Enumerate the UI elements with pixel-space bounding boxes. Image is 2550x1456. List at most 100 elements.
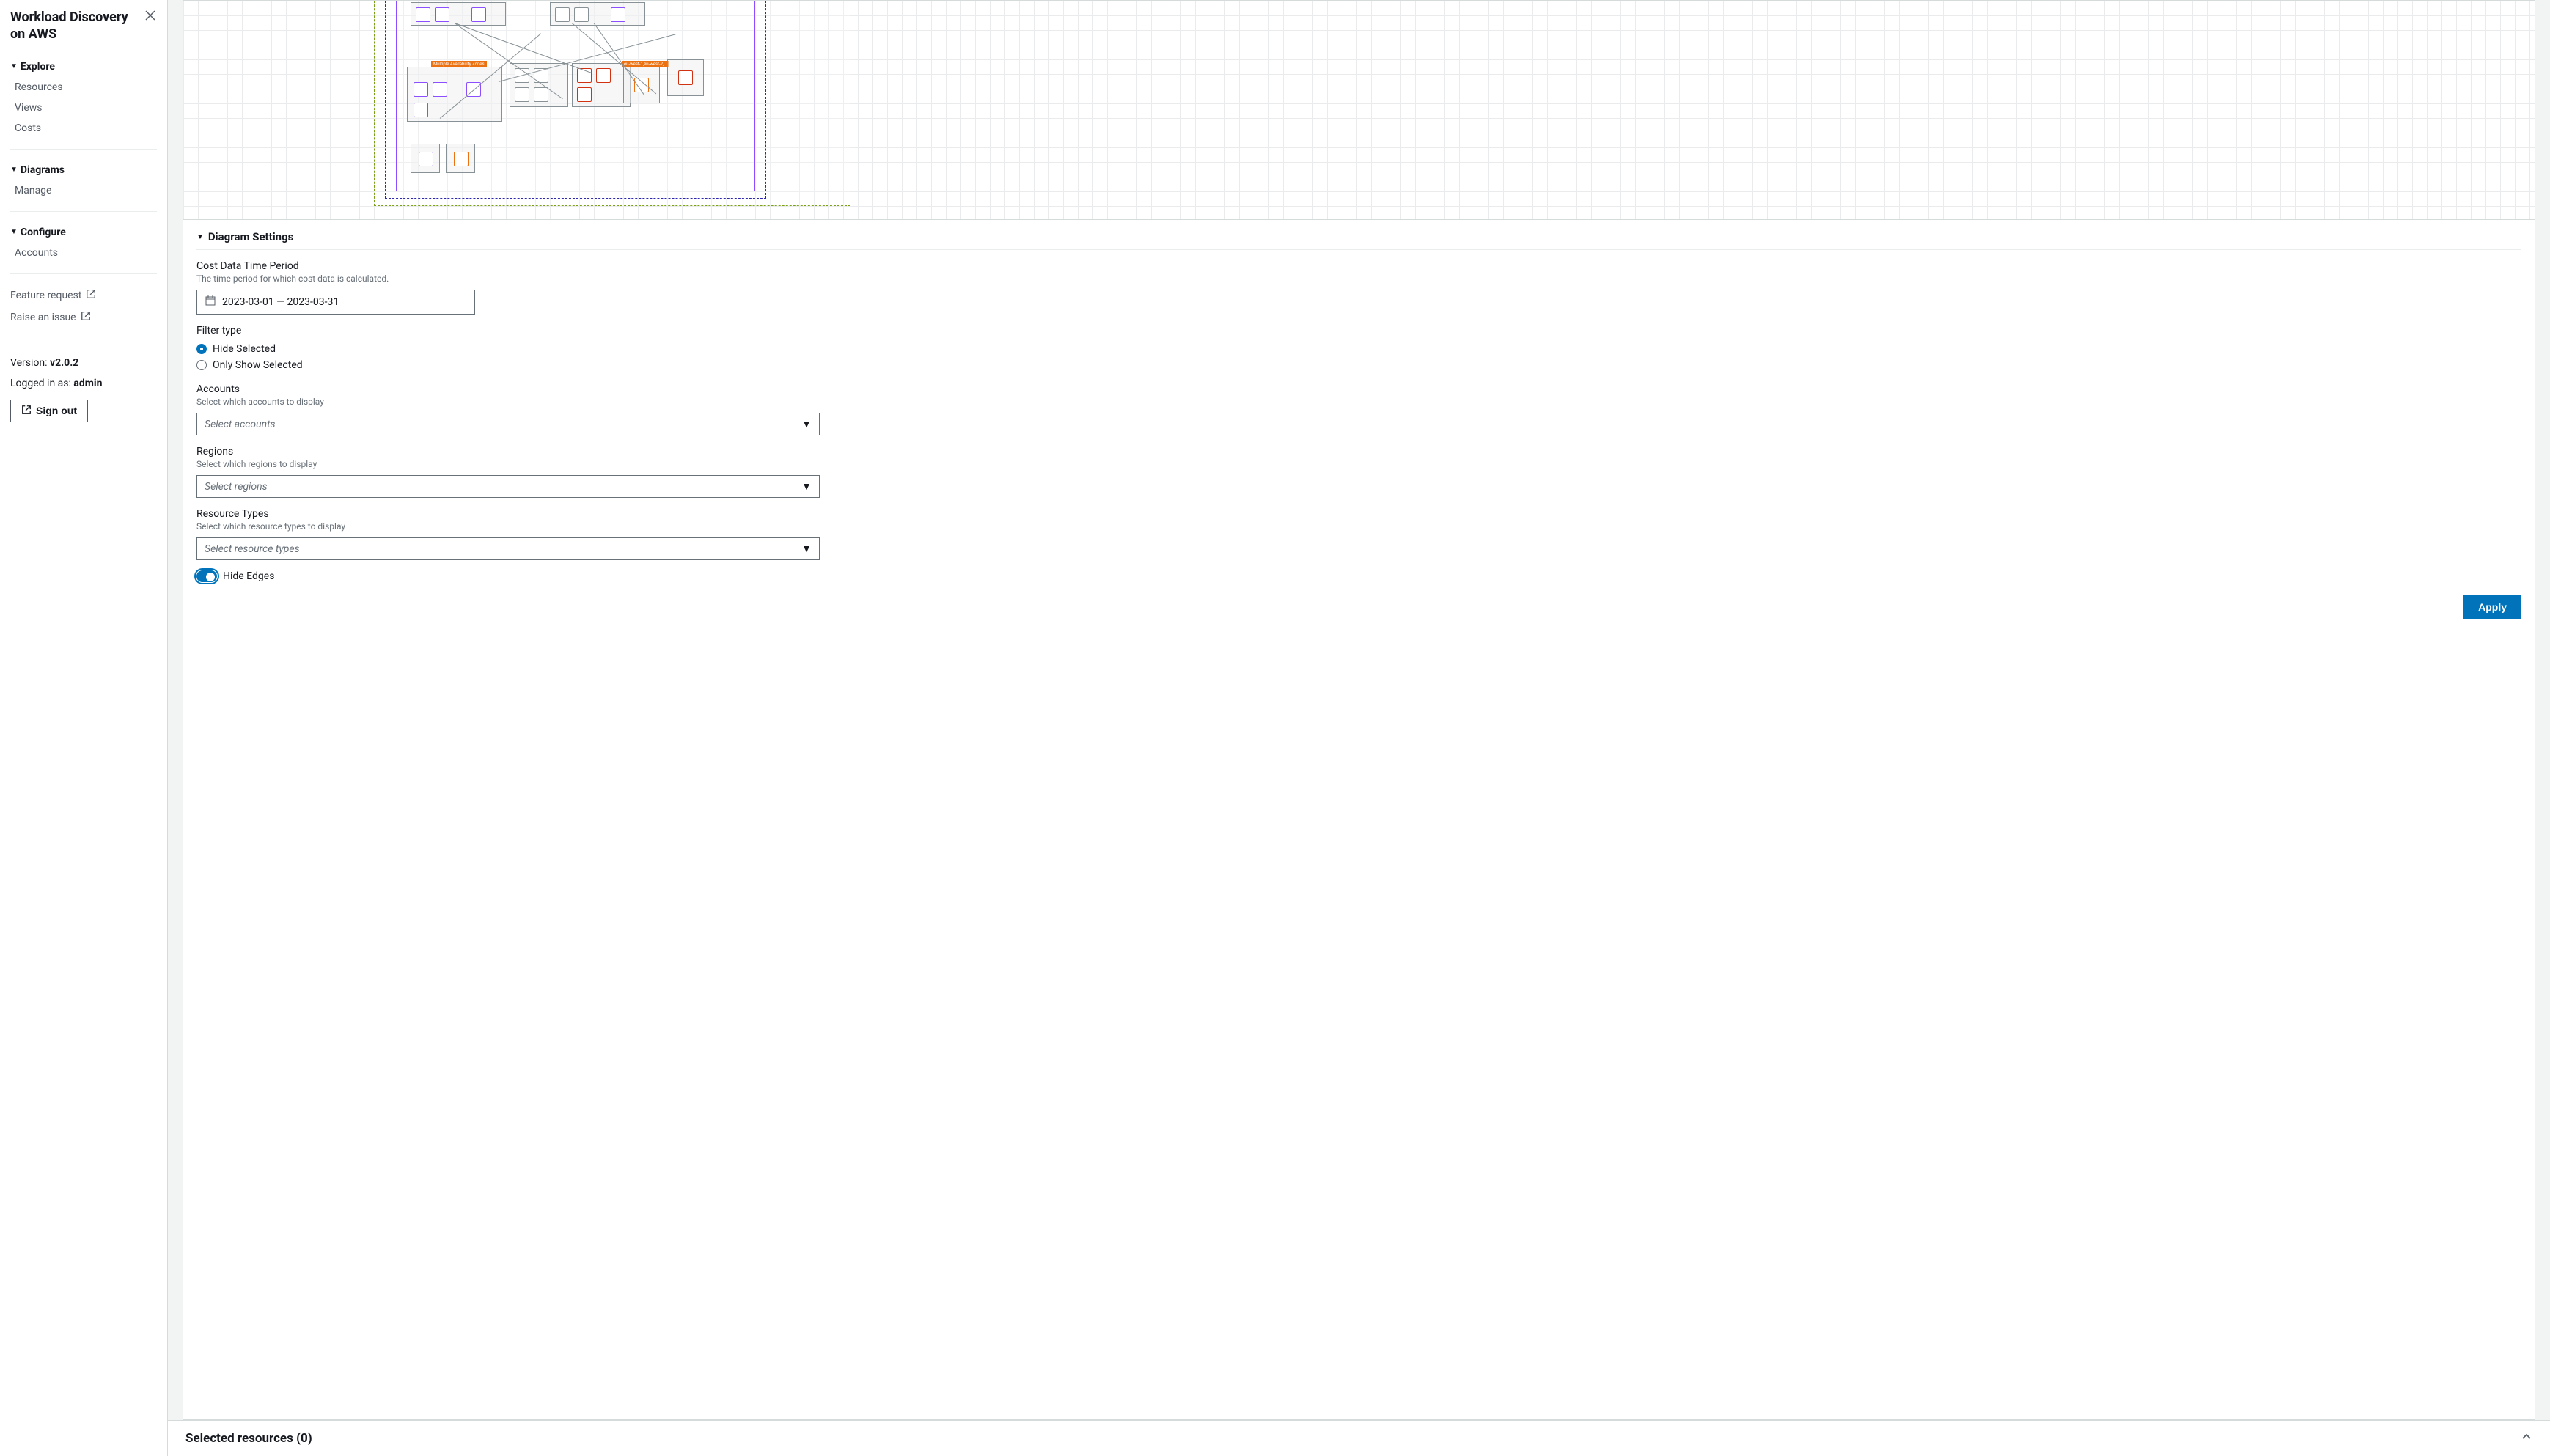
signout-button[interactable]: Sign out [10,400,88,422]
select-placeholder: Select regions [205,481,268,493]
sidebar: Workload Discovery on AWS ▼ Explore Reso… [0,0,168,1456]
divider [10,273,157,274]
nav-section-label: Configure [21,227,66,238]
link-label: Feature request [10,290,81,301]
diagram-canvas[interactable]: Multiple Availability Zones eu-west-1,eu… [183,0,2535,220]
radio-only-show-selected[interactable]: Only Show Selected [196,357,2521,373]
field-cost-period: Cost Data Time Period The time period fo… [196,260,2521,315]
link-raise-issue[interactable]: Raise an issue [10,306,157,328]
diagram-node-group[interactable] [667,59,704,96]
diagram-node-group[interactable] [550,2,645,26]
aws-subnet-icon [596,68,611,83]
nav-section-diagrams: ▼ Diagrams Manage [0,157,167,204]
regions-label: Regions [196,446,2521,457]
sidebar-footer: Version: v2.0.2 Logged in as: admin Sign… [0,353,167,422]
nav-header-explore[interactable]: ▼ Explore [10,56,157,77]
aws-service-icon [471,7,486,22]
field-hide-edges: Hide Edges [196,570,2521,582]
caret-down-icon: ▼ [196,233,204,241]
accounts-help: Select which accounts to display [196,397,2521,407]
apply-button[interactable]: Apply [2463,595,2521,619]
radio-label: Only Show Selected [213,359,303,371]
app-title: Workload Discovery on AWS [10,9,144,43]
caret-down-icon: ▼ [10,62,18,70]
field-resource-types: Resource Types Select which resource typ… [196,508,2521,560]
external-links: Feature request Raise an issue [0,282,167,331]
nav-section-explore: ▼ Explore Resources Views Costs [0,54,167,141]
diagram-node-group[interactable] [572,63,631,107]
regions-help: Select which regions to display [196,459,2521,469]
aws-elb-icon [433,82,447,97]
diagram-node-group[interactable] [407,67,502,122]
link-label: Raise an issue [10,312,76,323]
sidebar-item-costs[interactable]: Costs [10,118,157,139]
cost-period-label: Cost Data Time Period [196,260,2521,272]
nav-section-label: Explore [21,61,55,73]
accounts-label: Accounts [196,383,2521,395]
field-accounts: Accounts Select which accounts to displa… [196,383,2521,435]
diagram-settings-panel: ▼ Diagram Settings Cost Data Time Period… [183,220,2535,1420]
settings-title: Diagram Settings [208,230,293,243]
radio-hide-selected[interactable]: Hide Selected [196,341,2521,357]
caret-down-icon: ▼ [10,166,18,174]
selected-resources-bar[interactable]: Selected resources (0) [168,1420,2550,1456]
settings-header[interactable]: ▼ Diagram Settings [196,230,2521,250]
radio-label: Hide Selected [213,343,276,355]
calendar-icon [205,295,216,309]
aws-s3-icon [678,70,693,85]
aws-gateway-icon [419,152,433,166]
toggle-knob [206,573,215,581]
hide-edges-toggle[interactable] [196,570,217,582]
selected-resources-title: Selected resources (0) [185,1431,312,1446]
external-link-icon [86,289,96,302]
aws-target-icon [515,87,529,102]
sidebar-header: Workload Discovery on AWS [0,9,167,54]
select-placeholder: Select resource types [205,543,300,555]
field-regions: Regions Select which regions to display … [196,446,2521,498]
nav-header-diagrams[interactable]: ▼ Diagrams [10,160,157,180]
sidebar-item-manage[interactable]: Manage [10,180,157,201]
resource-types-help: Select which resource types to display [196,521,2521,532]
divider [10,211,157,212]
regions-select[interactable]: Select regions ▼ [196,475,820,498]
resource-types-select[interactable]: Select resource types ▼ [196,537,820,560]
external-link-icon [81,311,91,324]
chevron-down-icon: ▼ [801,480,812,493]
diagram-node-group[interactable] [411,2,506,26]
resource-types-label: Resource Types [196,508,2521,520]
aws-elb-icon [414,103,428,117]
sidebar-item-resources[interactable]: Resources [10,77,157,98]
radio-icon [196,360,207,370]
signout-icon [21,405,32,417]
radio-icon [196,344,207,354]
chevron-up-icon[interactable] [2521,1431,2532,1446]
cost-period-help: The time period for which cost data is c… [196,273,2521,284]
cost-period-value: 2023-03-01 — 2023-03-31 [222,296,339,308]
nav-header-configure[interactable]: ▼ Configure [10,222,157,243]
login-text: Logged in as: admin [10,373,157,394]
aws-service-icon [611,7,625,22]
aws-target-icon [534,87,548,102]
main-content: Multiple Availability Zones eu-west-1,eu… [168,0,2550,1456]
select-placeholder: Select accounts [205,419,276,430]
aws-service-icon [555,7,570,22]
aws-elb-icon [414,82,428,97]
aws-subnet-icon [577,87,592,102]
accounts-select[interactable]: Select accounts ▼ [196,413,820,435]
apply-row: Apply [196,595,2521,619]
filter-type-radio-group: Hide Selected Only Show Selected [196,341,2521,373]
diagram-node-group[interactable] [411,144,440,173]
diagram-node-group[interactable] [446,144,475,173]
chevron-down-icon: ▼ [801,543,812,555]
signout-label: Sign out [36,405,77,416]
link-feature-request[interactable]: Feature request [10,284,157,306]
cost-period-input[interactable]: 2023-03-01 — 2023-03-31 [196,290,475,315]
field-filter-type: Filter type Hide Selected Only Show Sele… [196,325,2521,373]
caret-down-icon: ▼ [10,228,18,236]
aws-service-icon [435,7,449,22]
close-icon[interactable] [144,9,157,25]
version-text: Version: v2.0.2 [10,353,157,373]
divider [10,149,157,150]
sidebar-item-views[interactable]: Views [10,98,157,118]
sidebar-item-accounts[interactable]: Accounts [10,243,157,263]
